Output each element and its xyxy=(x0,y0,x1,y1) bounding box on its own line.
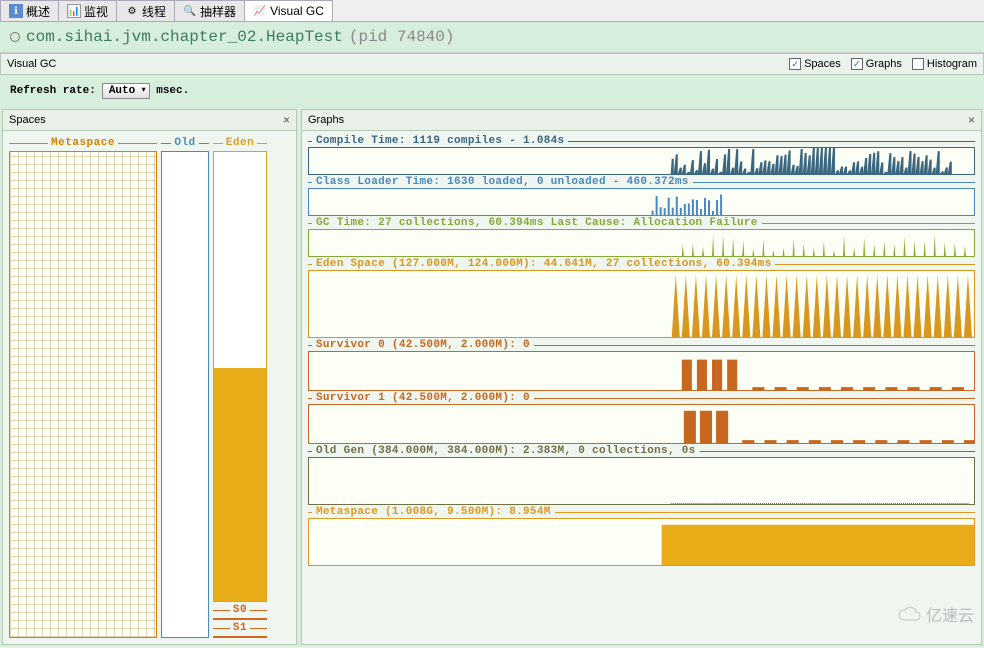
graph-title: Metaspace (1.008G, 9.500M): 8.954M xyxy=(308,506,975,518)
refresh-dropdown[interactable]: Auto xyxy=(102,83,150,99)
graph-area xyxy=(308,404,975,444)
refresh-unit: msec. xyxy=(156,85,189,97)
graph-area xyxy=(308,457,975,505)
s0-label: S0 xyxy=(233,604,247,616)
check-spaces[interactable]: ✓Spaces xyxy=(789,58,841,70)
graph-row: GC Time: 27 collections, 60.394ms Last C… xyxy=(308,217,975,257)
graph-area xyxy=(308,188,975,216)
eden-label: Eden xyxy=(226,137,254,149)
graph-title: Survivor 1 (42.500M, 2.000M): 0 xyxy=(308,392,975,404)
graph-area xyxy=(308,518,975,566)
graph-area xyxy=(308,270,975,338)
tab-monitor[interactable]: 📊监视 xyxy=(58,0,117,21)
checkbox-icon: ✓ xyxy=(789,58,801,70)
graph-area xyxy=(308,351,975,391)
s0-gauge xyxy=(213,618,267,620)
title-bar: com.sihai.jvm.chapter_02.HeapTest (pid 7… xyxy=(0,22,984,53)
close-icon[interactable]: × xyxy=(283,113,290,127)
old-label: Old xyxy=(174,137,195,149)
graphs-title: Graphs xyxy=(308,114,344,126)
watermark: 亿速云 xyxy=(897,602,974,626)
close-icon[interactable]: × xyxy=(968,113,975,127)
tab-visualgc[interactable]: 📈Visual GC xyxy=(244,0,333,21)
graph-title: Eden Space (127.000M, 124.000M): 44.641M… xyxy=(308,258,975,270)
graph-title: Class Loader Time: 1630 loaded, 0 unload… xyxy=(308,176,975,188)
graphs-panel: Graphs × Compile Time: 1119 compiles - 1.… xyxy=(301,109,982,645)
check-graphs[interactable]: ✓Graphs xyxy=(851,58,902,70)
graph-row: Eden Space (127.000M, 124.000M): 44.641M… xyxy=(308,258,975,338)
tab-bar: ℹ概述 📊监视 ⚙线程 🔍抽样器 📈Visual GC xyxy=(0,0,984,22)
old-gauge xyxy=(161,151,209,638)
refresh-label: Refresh rate: xyxy=(10,85,96,97)
check-histogram[interactable]: Histogram xyxy=(912,58,977,70)
sampler-icon: 🔍 xyxy=(183,4,197,18)
graph-row: Survivor 1 (42.500M, 2.000M): 0 xyxy=(308,392,975,444)
graph-row: Compile Time: 1119 compiles - 1.084s xyxy=(308,135,975,175)
spaces-panel: Spaces × Metaspace Old Eden S0 xyxy=(2,109,297,645)
monitor-icon: 📊 xyxy=(67,4,81,18)
graph-row: Class Loader Time: 1630 loaded, 0 unload… xyxy=(308,176,975,216)
checkbox-icon xyxy=(912,58,924,70)
tab-overview[interactable]: ℹ概述 xyxy=(0,0,59,21)
threads-icon: ⚙ xyxy=(125,4,139,18)
app-pid: (pid 74840) xyxy=(349,28,455,46)
metaspace-gauge xyxy=(9,151,157,638)
process-icon xyxy=(10,32,20,42)
graph-title: Survivor 0 (42.500M, 2.000M): 0 xyxy=(308,339,975,351)
view-label: Visual GC xyxy=(7,58,56,70)
spaces-title: Spaces xyxy=(9,114,46,126)
graph-area xyxy=(308,147,975,175)
graph-title: Compile Time: 1119 compiles - 1.084s xyxy=(308,135,975,147)
cloud-icon xyxy=(897,602,921,626)
graph-row: Metaspace (1.008G, 9.500M): 8.954M xyxy=(308,506,975,566)
metaspace-label: Metaspace xyxy=(51,137,115,149)
tab-threads[interactable]: ⚙线程 xyxy=(116,0,175,21)
graph-row: Old Gen (384.000M, 384.000M): 2.383M, 0 … xyxy=(308,445,975,505)
refresh-bar: Refresh rate: Auto msec. xyxy=(0,75,984,107)
graph-title: Old Gen (384.000M, 384.000M): 2.383M, 0 … xyxy=(308,445,975,457)
tab-sampler[interactable]: 🔍抽样器 xyxy=(174,0,245,21)
app-class: com.sihai.jvm.chapter_02.HeapTest xyxy=(26,28,343,46)
eden-gauge xyxy=(213,151,267,602)
view-bar: Visual GC ✓Spaces ✓Graphs Histogram xyxy=(0,53,984,75)
s1-gauge xyxy=(213,636,267,638)
visualgc-icon: 📈 xyxy=(253,4,267,18)
graph-row: Survivor 0 (42.500M, 2.000M): 0 xyxy=(308,339,975,391)
s1-label: S1 xyxy=(233,622,247,634)
graph-title: GC Time: 27 collections, 60.394ms Last C… xyxy=(308,217,975,229)
checkbox-icon: ✓ xyxy=(851,58,863,70)
overview-icon: ℹ xyxy=(9,4,23,18)
graph-area xyxy=(308,229,975,257)
